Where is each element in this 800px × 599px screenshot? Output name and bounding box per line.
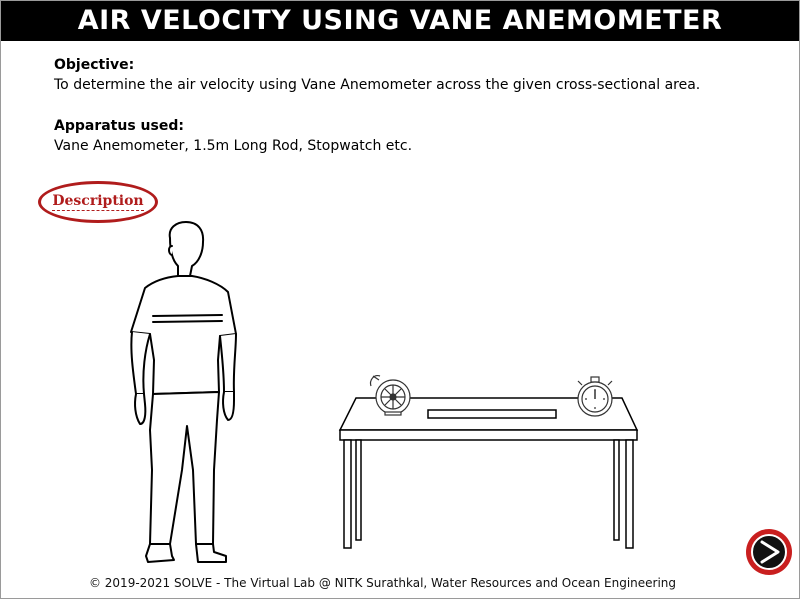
objective-section: Objective: To determine the air velocity… <box>54 57 700 93</box>
next-button[interactable] <box>746 529 792 575</box>
objective-heading: Objective: <box>54 57 135 73</box>
objective-text: To determine the air velocity using Vane… <box>54 77 701 93</box>
page-title: AIR VELOCITY USING VANE ANEMOMETER <box>1 1 799 41</box>
apparatus-section: Apparatus used: Vane Anemometer, 1.5m Lo… <box>54 118 412 154</box>
footer-copyright: © 2019-2021 SOLVE - The Virtual Lab @ NI… <box>88 576 677 590</box>
description-button[interactable]: Description <box>38 181 158 223</box>
apparatus-text: Vane Anemometer, 1.5m Long Rod, Stopwatc… <box>54 138 413 154</box>
next-arrow-icon <box>760 540 780 564</box>
description-button-label: Description <box>52 193 144 211</box>
apparatus-heading: Apparatus used: <box>54 118 184 134</box>
